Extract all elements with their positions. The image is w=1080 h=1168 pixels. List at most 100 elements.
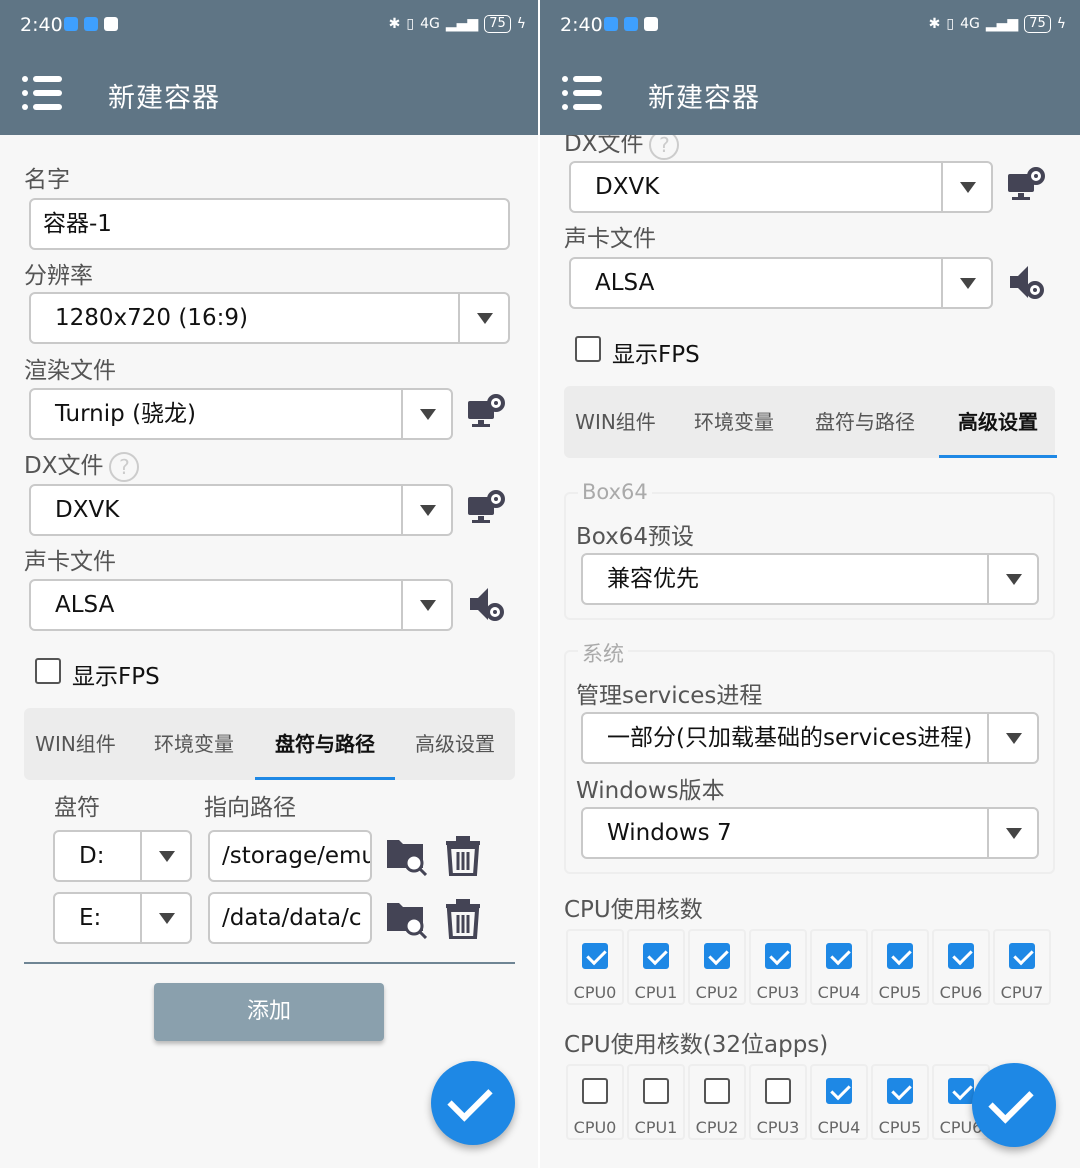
audio-settings-icon[interactable] — [1006, 262, 1046, 302]
tab-win-components[interactable]: WIN组件 — [564, 386, 667, 458]
renderer-settings-icon[interactable] — [466, 393, 506, 433]
cpu-checkbox[interactable] — [948, 943, 974, 969]
cpu-label: CPU4 — [817, 1118, 861, 1137]
chevron-down-icon — [987, 809, 1037, 857]
trash-icon[interactable] — [442, 897, 484, 939]
cloud-icon — [624, 17, 638, 31]
menu-icon[interactable] — [562, 76, 602, 110]
chevron-down-icon — [941, 259, 991, 307]
cpu-core-item[interactable]: CPU7 — [993, 929, 1051, 1005]
services-label: 管理services进程 — [576, 683, 763, 709]
cpu-checkbox[interactable] — [582, 943, 608, 969]
bluetooth-icon: ✱ — [928, 16, 941, 32]
fps-checkbox[interactable] — [575, 336, 601, 362]
cpu-core-item[interactable]: CPU5 — [871, 929, 929, 1005]
tab-win-components[interactable]: WIN组件 — [24, 708, 127, 780]
dx-settings-icon[interactable] — [1006, 166, 1046, 206]
cpu-checkbox[interactable] — [765, 1078, 791, 1104]
network-label: 4G — [420, 16, 440, 32]
vibrate-icon: ▯ — [406, 16, 415, 32]
fps-label: 显示FPS — [72, 664, 160, 690]
services-value: 一部分(只加载基础的services进程) — [607, 725, 973, 751]
cpu-core-item[interactable]: CPU4 — [810, 1064, 868, 1140]
cpu-core-item[interactable]: CPU3 — [749, 1064, 807, 1140]
tab-advanced[interactable]: 高级设置 — [399, 708, 511, 780]
cpu-core-item[interactable]: CPU1 — [627, 929, 685, 1005]
drive-path-input[interactable]: /data/data/c — [208, 892, 372, 944]
tab-advanced[interactable]: 高级设置 — [939, 386, 1057, 458]
cpu-checkbox[interactable] — [765, 943, 791, 969]
name-input[interactable]: 容器-1 — [29, 198, 510, 250]
trash-icon[interactable] — [442, 834, 484, 876]
cpu-core-item[interactable]: CPU0 — [566, 1064, 624, 1140]
tab-env-vars[interactable]: 环境变量 — [134, 708, 254, 780]
dx-label-text: DX文件 — [24, 453, 104, 479]
renderer-select[interactable]: Turnip (骁龙) — [29, 388, 453, 440]
audio-settings-icon[interactable] — [466, 584, 506, 624]
cpu-checkbox[interactable] — [643, 1078, 669, 1104]
cpu-checkbox[interactable] — [887, 943, 913, 969]
cpu-checkbox[interactable] — [643, 943, 669, 969]
audio-label: 声卡文件 — [564, 226, 656, 252]
notification-icons — [64, 17, 118, 31]
cpu-core-item[interactable]: CPU1 — [627, 1064, 685, 1140]
services-select[interactable]: 一部分(只加载基础的services进程) — [581, 712, 1039, 764]
tab-env-vars[interactable]: 环境变量 — [674, 386, 794, 458]
chevron-down-icon — [140, 894, 190, 942]
folder-search-icon[interactable] — [385, 834, 427, 876]
dx-value: DXVK — [595, 174, 660, 200]
tab-bar: WIN组件 环境变量 盘符与路径 高级设置 — [24, 708, 515, 780]
cpu-checkbox[interactable] — [704, 1078, 730, 1104]
audio-select[interactable]: ALSA — [29, 579, 453, 631]
box64-preset-select[interactable]: 兼容优先 — [581, 553, 1039, 605]
menu-icon[interactable] — [22, 76, 62, 110]
dx-select[interactable]: DXVK — [569, 161, 993, 213]
cpu-label: CPU3 — [756, 1118, 800, 1137]
cpu-core-item[interactable]: CPU3 — [749, 929, 807, 1005]
cpu-core-item[interactable]: CPU0 — [566, 929, 624, 1005]
status-time: 2:40 — [560, 14, 603, 36]
drive-path-input[interactable]: /storage/emu — [208, 830, 372, 882]
confirm-fab[interactable] — [431, 1061, 515, 1145]
cpu-core-item[interactable]: CPU5 — [871, 1064, 929, 1140]
cpu-checkbox[interactable] — [826, 1078, 852, 1104]
box64-group-title: Box64 — [578, 480, 652, 504]
windows-version-select[interactable]: Windows 7 — [581, 807, 1039, 859]
cpu-checkbox[interactable] — [582, 1078, 608, 1104]
drive-letter-select[interactable]: E: — [53, 892, 192, 944]
add-button[interactable]: 添加 — [154, 983, 384, 1041]
folder-search-icon[interactable] — [385, 897, 427, 939]
fps-checkbox[interactable] — [35, 658, 61, 684]
confirm-fab[interactable] — [972, 1063, 1056, 1147]
nfc-icon — [644, 17, 658, 31]
tab-drives-paths[interactable]: 盘符与路径 — [255, 708, 395, 780]
cpu-checkbox[interactable] — [826, 943, 852, 969]
cpu-checkbox[interactable] — [948, 1078, 974, 1104]
dx-settings-icon[interactable] — [466, 489, 506, 529]
cpu-checkbox[interactable] — [1009, 943, 1035, 969]
cpu-checkbox[interactable] — [887, 1078, 913, 1104]
battery-level: 75 — [484, 15, 511, 33]
drive-letter-select[interactable]: D: — [53, 830, 192, 882]
chevron-down-icon — [401, 390, 451, 438]
dx-select[interactable]: DXVK — [29, 484, 453, 536]
cpu-cores-32-row: CPU0 CPU1 CPU2 CPU3 CPU4 CPU5 CPU6 — [566, 1064, 990, 1140]
cpu-label: CPU1 — [634, 1118, 678, 1137]
cpu-core-item[interactable]: CPU2 — [688, 929, 746, 1005]
page-title: 新建容器 — [108, 83, 220, 114]
help-icon[interactable]: ? — [109, 451, 140, 482]
dx-label: DX文件? — [24, 446, 140, 482]
battery-level: 75 — [1024, 15, 1051, 33]
system-group-title: 系统 — [578, 638, 628, 668]
tab-drives-paths[interactable]: 盘符与路径 — [795, 386, 935, 458]
cpu-label: CPU6 — [939, 983, 983, 1002]
cpu-core-item[interactable]: CPU6 — [932, 929, 990, 1005]
bluetooth-icon: ✱ — [388, 16, 401, 32]
cpu-core-item[interactable]: CPU4 — [810, 929, 868, 1005]
cpu-checkbox[interactable] — [704, 943, 730, 969]
cpu-core-item[interactable]: CPU2 — [688, 1064, 746, 1140]
cpu-label: CPU5 — [878, 983, 922, 1002]
audio-select[interactable]: ALSA — [569, 257, 993, 309]
resolution-select[interactable]: 1280x720 (16:9) — [29, 292, 510, 344]
app-bar: 新建容器 — [540, 52, 1080, 135]
